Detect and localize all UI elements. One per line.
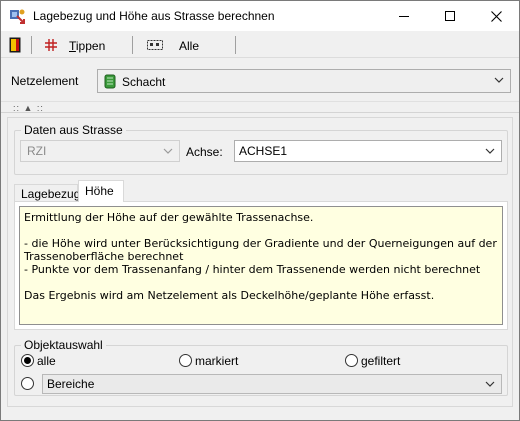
- radio-markiert[interactable]: [179, 354, 192, 367]
- tippen-button[interactable]: Tippen: [69, 39, 105, 53]
- achse-value: ACHSE1: [239, 144, 288, 158]
- dialog-window: Lagebezug und Höhe aus Strasse berechnen…: [0, 0, 520, 421]
- rzi-dropdown: RZI: [20, 140, 180, 162]
- radio-bereiche[interactable]: [21, 377, 34, 390]
- chevron-down-icon: [494, 77, 504, 83]
- info-line: - die Höhe wird unter Berücksichtigung d…: [24, 237, 497, 263]
- info-text-box: Ermittlung der Höhe auf der gewählte Tra…: [19, 206, 503, 325]
- title-bar[interactable]: Lagebezug und Höhe aus Strasse berechnen: [1, 1, 519, 31]
- maximize-icon: [445, 11, 455, 21]
- achse-label: Achse:: [186, 145, 223, 159]
- chevron-down-icon: [485, 381, 495, 387]
- minimize-icon: [399, 15, 409, 17]
- radio-gefiltert-label[interactable]: gefiltert: [361, 354, 400, 368]
- info-line: Ermittlung der Höhe auf der gewählte Tra…: [24, 211, 314, 224]
- chevron-down-icon: [163, 148, 173, 154]
- chevron-down-icon: [485, 148, 495, 154]
- radio-gefiltert[interactable]: [345, 354, 358, 367]
- tab-content: Ermittlung der Höhe auf der gewählte Tra…: [14, 201, 508, 330]
- window-title: Lagebezug und Höhe aus Strasse berechnen: [33, 9, 275, 23]
- info-line: - Punkte vor dem Trassenanfang / hinter …: [24, 263, 481, 276]
- info-line: Das Ergebnis wird am Netzelement als Dec…: [24, 289, 435, 302]
- close-icon: [490, 10, 502, 22]
- radio-alle-label[interactable]: alle: [37, 354, 56, 368]
- crosshair-grid-icon[interactable]: [45, 39, 57, 51]
- toolbar-separator: [31, 36, 32, 54]
- tab-hoehe[interactable]: Höhe: [78, 180, 124, 202]
- close-button[interactable]: [473, 1, 519, 31]
- select-all-icon[interactable]: [147, 40, 163, 50]
- radio-alle[interactable]: [21, 354, 34, 367]
- minimize-button[interactable]: [381, 1, 427, 31]
- strasse-group-label: Daten aus Strasse: [24, 123, 123, 137]
- app-icon: [10, 9, 25, 24]
- toolbar-separator: [132, 36, 133, 54]
- achse-dropdown[interactable]: ACHSE1: [234, 140, 502, 162]
- manhole-icon: [104, 74, 116, 89]
- radio-markiert-label[interactable]: markiert: [195, 354, 238, 368]
- exit-door-icon[interactable]: [9, 37, 21, 53]
- netzelement-label: Netzelement: [11, 74, 79, 88]
- main-panel: Daten aus Strasse RZI Achse: ACHSE1 Lage…: [7, 117, 513, 407]
- tab-lagebezug[interactable]: Lagebezug: [14, 184, 80, 202]
- toolbar: Tippen Alle: [1, 32, 519, 58]
- alle-button[interactable]: Alle: [179, 39, 199, 53]
- bereiche-value: Bereiche: [47, 377, 95, 391]
- bereiche-dropdown[interactable]: Bereiche: [42, 374, 502, 394]
- splitter-grip-icon[interactable]: :: ▲ ::: [13, 103, 44, 113]
- toolbar-separator: [235, 36, 236, 54]
- netzelement-dropdown[interactable]: Schacht: [97, 69, 511, 93]
- collapse-splitter[interactable]: :: ▲ ::: [1, 101, 519, 113]
- maximize-button[interactable]: [427, 1, 473, 31]
- rzi-value: RZI: [27, 144, 47, 158]
- netzelement-value: Schacht: [122, 75, 166, 89]
